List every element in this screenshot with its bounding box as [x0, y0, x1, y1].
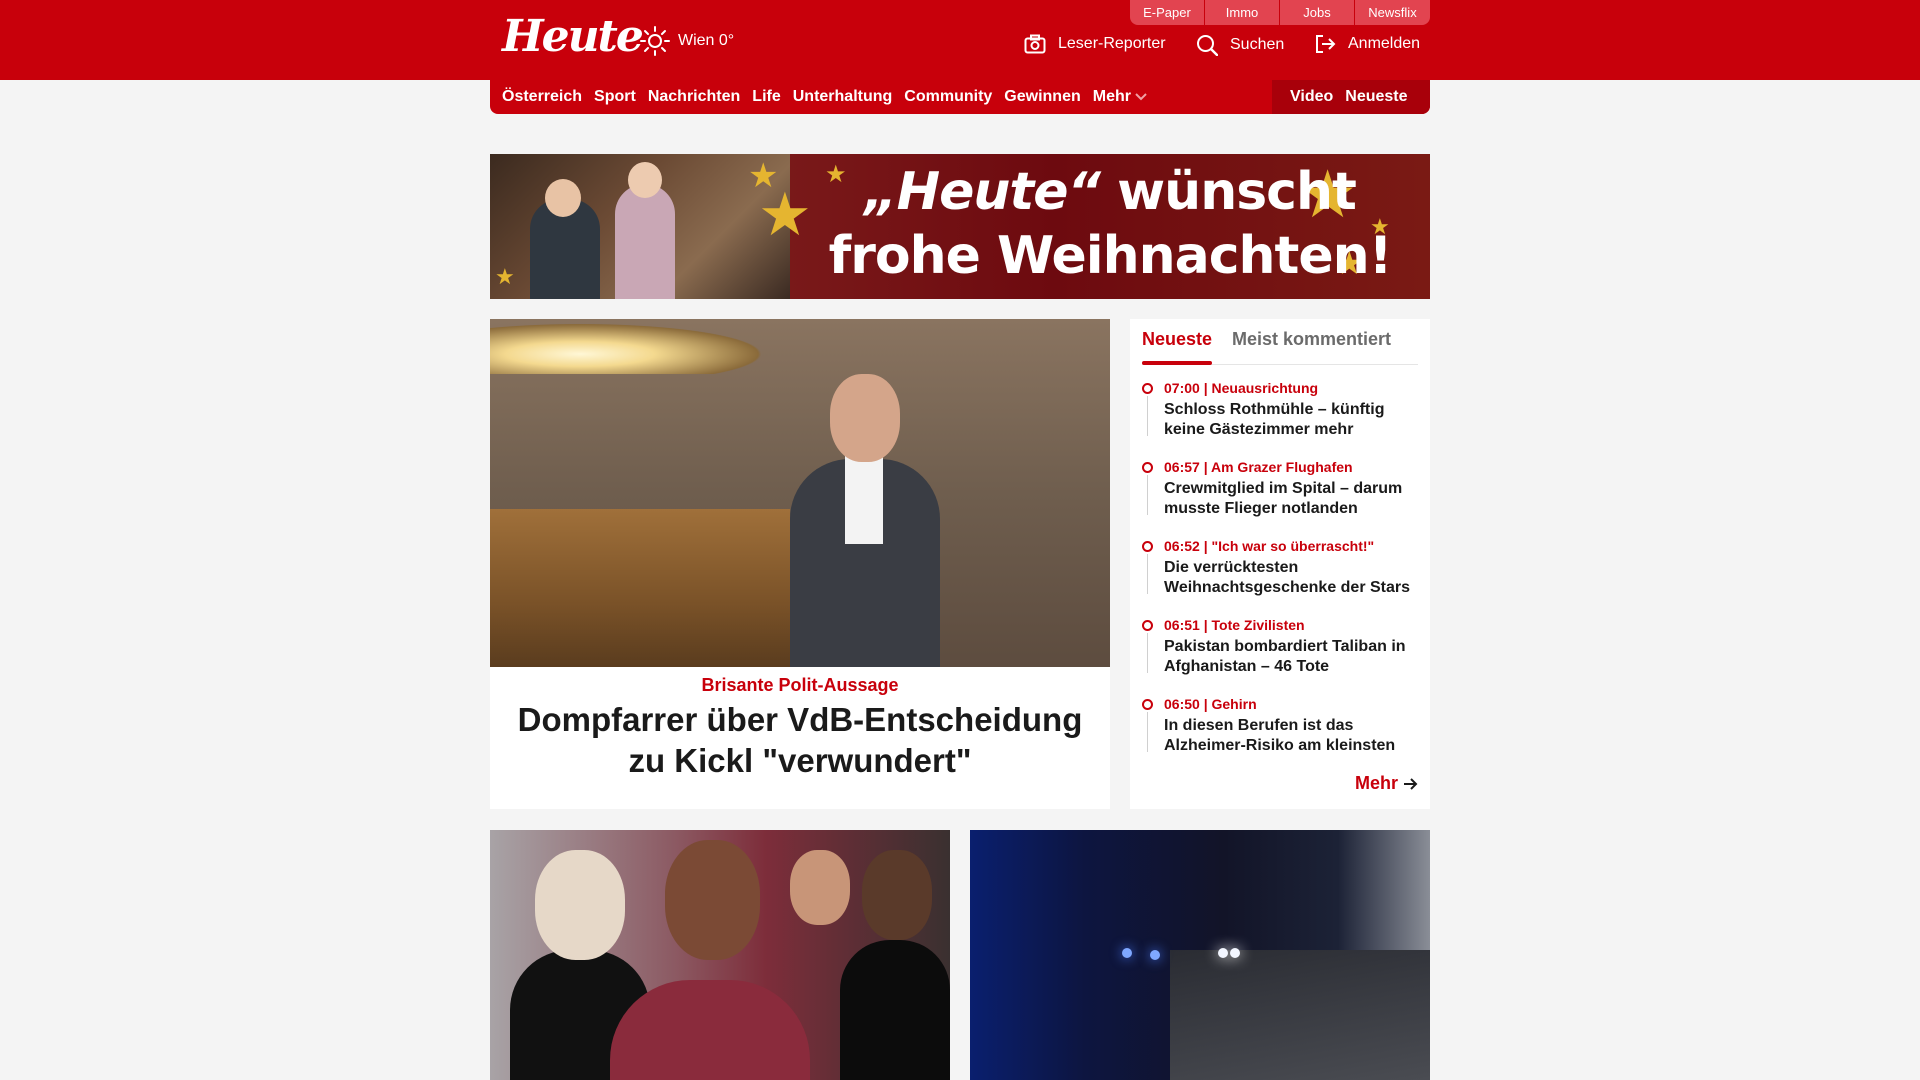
weather-label: Wien 0°	[678, 32, 735, 49]
banner-line-2: frohe Weihnachten!	[828, 226, 1393, 286]
article-card-airport-night[interactable]	[970, 830, 1430, 1080]
latest-more-link[interactable]: Mehr	[1355, 773, 1418, 794]
list-item[interactable]: 06:51 | Tote Zivilisten Pakistan bombard…	[1142, 616, 1418, 695]
list-item[interactable]: 07:00 | Neuausrichtung Schloss Rothmühle…	[1142, 379, 1418, 458]
arrow-right-icon	[1404, 777, 1418, 790]
feed-item-title[interactable]: Die verrücktesten Weihnachtsgeschenke de…	[1164, 558, 1418, 598]
banner-photo-children	[490, 154, 790, 299]
top-links: E-Paper Immo Jobs Newsflix	[1130, 0, 1430, 25]
banner-child-boy-head	[545, 179, 581, 217]
search-label: Suchen	[1230, 36, 1285, 53]
timeline-line	[1147, 475, 1148, 515]
top-link-immo[interactable]: Immo	[1205, 0, 1280, 25]
timeline-line	[1147, 633, 1148, 673]
card-photo-figure	[665, 840, 760, 960]
timeline-dot-icon	[1142, 462, 1153, 473]
chevron-down-icon	[1135, 93, 1147, 101]
nav-more-label: Mehr	[1092, 88, 1131, 105]
latest-tabs: Neueste Meist kommentiert	[1142, 329, 1418, 365]
banner-brand: „Heute“	[864, 162, 1101, 222]
lead-image-baptismal-font	[490, 509, 790, 667]
banner-line-1-rest: wünscht	[1100, 162, 1357, 222]
latest-news-panel: Neueste Meist kommentiert 07:00 | Neuaus…	[1130, 319, 1430, 809]
tab-neueste[interactable]: Neueste	[1142, 329, 1213, 365]
timeline-line	[1147, 396, 1148, 436]
timeline-line	[1147, 554, 1148, 594]
top-link-epaper[interactable]: E-Paper	[1130, 0, 1205, 25]
lead-article-kicker: Brisante Polit-Aussage	[701, 675, 899, 695]
camera-icon	[1024, 34, 1046, 54]
banner-line-1: „Heute“ wünscht	[800, 160, 1420, 224]
login-button[interactable]: Anmelden	[1314, 34, 1420, 54]
top-link-jobs[interactable]: Jobs	[1280, 0, 1355, 25]
login-icon	[1316, 35, 1336, 53]
banner-greeting: „Heute“ wünscht frohe Weihnachten!	[800, 160, 1420, 288]
lead-image-lamp	[490, 319, 790, 374]
timeline-dot-icon	[1142, 699, 1153, 710]
feed-item-title[interactable]: Schloss Rothmühle – künftig keine Gästez…	[1164, 400, 1418, 440]
card-photo-blue-light	[1150, 950, 1160, 960]
timeline-dot-icon	[1142, 541, 1153, 552]
article-card-celebrities[interactable]	[490, 830, 950, 1080]
timeline-dot-icon	[1142, 383, 1153, 394]
star-icon: ★	[495, 264, 515, 289]
list-item[interactable]: 06:57 | Am Grazer Flughafen Crewmitglied…	[1142, 458, 1418, 537]
nav-more-dropdown[interactable]: Mehr	[1093, 88, 1147, 106]
latest-feed: 07:00 | Neuausrichtung Schloss Rothmühle…	[1142, 379, 1418, 774]
timeline-dot-icon	[1142, 620, 1153, 631]
card-photo-figure	[790, 850, 850, 925]
feed-item-meta: 06:57 | Am Grazer Flughafen	[1164, 459, 1353, 475]
feed-item-title[interactable]: In diesen Berufen ist das Alzheimer-Risi…	[1164, 716, 1418, 756]
banner-child-girl	[615, 184, 675, 299]
weather-widget[interactable]: Wien 0°	[640, 26, 734, 56]
card-photo-headlight	[1218, 948, 1228, 958]
lead-article-title[interactable]: Dompfarrer über VdB-Entscheidung zu Kick…	[500, 699, 1100, 781]
list-item[interactable]: 06:52 | "Ich war so überrascht!" Die ver…	[1142, 537, 1418, 616]
lead-article-image	[490, 319, 1110, 667]
latest-more-label: Mehr	[1354, 773, 1398, 793]
card-photo-figure	[840, 940, 950, 1080]
heute-logo[interactable]: Heute	[502, 12, 644, 62]
nav-right-group: Video Neueste	[1272, 80, 1430, 114]
login-label: Anmelden	[1348, 35, 1421, 52]
nav-item-nachrichten[interactable]: Nachrichten	[648, 88, 740, 106]
feed-item-meta: 06:52 | "Ich war so überrascht!"	[1164, 538, 1375, 554]
christmas-banner[interactable]: ★ ★ ★ ★ ★ ★ ★ „Heute“ wünscht frohe Weih…	[490, 154, 1430, 299]
card-photo-headlight	[1230, 948, 1240, 958]
main-navigation: Österreich Sport Nachrichten Life Unterh…	[490, 80, 1430, 114]
card-photo-figure	[535, 850, 625, 960]
card-photo-blue-light	[1122, 948, 1132, 958]
nav-item-community[interactable]: Community	[904, 88, 992, 106]
feed-item-meta: 06:50 | Gehirn	[1164, 696, 1257, 712]
lead-image-person-shirt	[845, 454, 883, 544]
search-button[interactable]: Suchen	[1196, 34, 1284, 56]
lead-article-card[interactable]: Brisante Polit-Aussage Dompfarrer über V…	[490, 319, 1110, 809]
card-photo-runway	[1170, 950, 1430, 1080]
nav-item-video[interactable]: Video	[1290, 88, 1333, 106]
sun-icon	[640, 26, 670, 56]
nav-item-neueste[interactable]: Neueste	[1345, 88, 1407, 106]
nav-item-sport[interactable]: Sport	[594, 88, 636, 106]
feed-item-meta: 06:51 | Tote Zivilisten	[1164, 617, 1305, 633]
feed-item-title[interactable]: Crewmitglied im Spital – darum musste Fl…	[1164, 479, 1418, 519]
timeline-line	[1147, 712, 1148, 752]
feed-item-title[interactable]: Pakistan bombardiert Taliban in Afghanis…	[1164, 637, 1418, 677]
nav-items: Österreich Sport Nachrichten Life Unterh…	[502, 80, 1159, 114]
banner-child-girl-head	[628, 162, 662, 198]
leser-reporter-label: Leser-Reporter	[1058, 35, 1166, 52]
top-link-newsflix[interactable]: Newsflix	[1355, 0, 1430, 25]
list-item[interactable]: 06:50 | Gehirn In diesen Berufen ist das…	[1142, 695, 1418, 774]
search-icon	[1197, 35, 1218, 56]
nav-item-gewinnen[interactable]: Gewinnen	[1004, 88, 1080, 106]
nav-item-unterhaltung[interactable]: Unterhaltung	[793, 88, 893, 106]
nav-item-oesterreich[interactable]: Österreich	[502, 88, 582, 106]
feed-item-meta: 07:00 | Neuausrichtung	[1164, 380, 1319, 396]
leser-reporter-button[interactable]: Leser-Reporter	[1024, 34, 1166, 54]
lead-image-person-head	[830, 374, 900, 462]
card-photo-figure	[862, 850, 932, 940]
tab-meist-kommentiert[interactable]: Meist kommentiert	[1232, 329, 1391, 350]
site-header: Heute Wien 0° E-Paper Immo Jobs Newsflix…	[0, 0, 1920, 80]
nav-item-life[interactable]: Life	[752, 88, 780, 106]
